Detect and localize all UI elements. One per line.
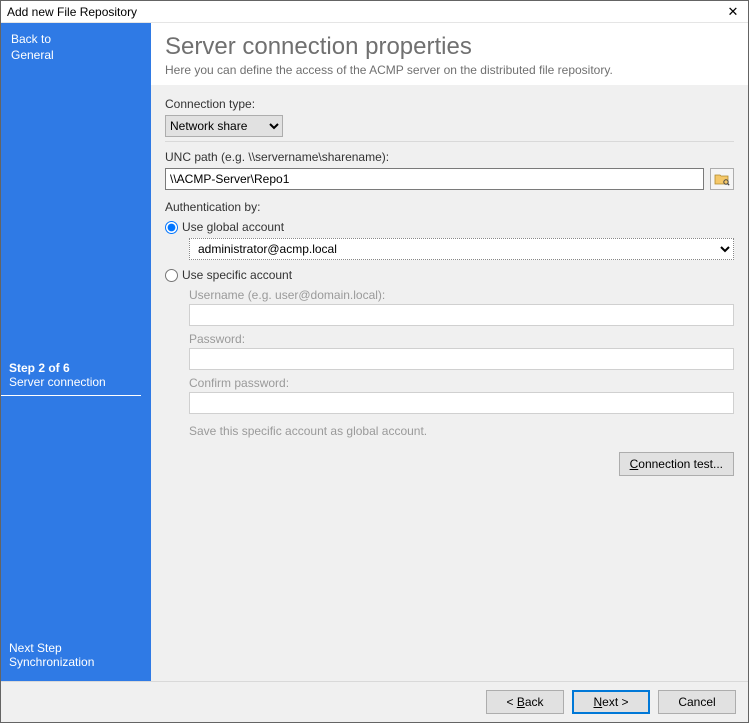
cancel-button[interactable]: Cancel (658, 690, 736, 714)
username-input (189, 304, 734, 326)
page-title: Server connection properties (165, 33, 734, 61)
close-icon[interactable]: ✕ (722, 1, 744, 23)
wizard-body: Back to General Step 2 of 6 Server conne… (1, 23, 748, 681)
window-title: Add new File Repository (7, 5, 722, 19)
password-label: Password: (189, 332, 734, 346)
password-input (189, 348, 734, 370)
unc-path-input[interactable] (165, 168, 704, 190)
title-bar: Add new File Repository ✕ (1, 1, 748, 23)
confirm-password-input (189, 392, 734, 414)
wizard-sidebar: Back to General Step 2 of 6 Server conne… (1, 23, 151, 681)
connection-type-select[interactable]: Network share (165, 115, 283, 137)
back-button[interactable]: < Back (486, 690, 564, 714)
next-button[interactable]: Next > (572, 690, 650, 714)
confirm-password-label: Confirm password: (189, 376, 734, 390)
username-label: Username (e.g. user@domain.local): (189, 288, 734, 302)
use-global-row[interactable]: Use global account (165, 220, 734, 234)
unc-group: UNC path (e.g. \\servername\sharename): … (165, 141, 734, 476)
save-global-hint: Save this specific account as global acc… (189, 424, 734, 438)
wizard-footer: < Back Next > Cancel (1, 681, 748, 722)
use-specific-radio[interactable] (165, 269, 178, 282)
use-specific-row[interactable]: Use specific account (165, 268, 734, 282)
sidebar-next-link[interactable]: Next Step Synchronization (1, 641, 151, 681)
connection-type-label: Connection type: (165, 97, 734, 111)
sidebar-step-of: Step 2 of 6 (9, 361, 141, 375)
sidebar-step-name: Server connection (9, 375, 141, 389)
auth-by-label: Authentication by: (165, 200, 734, 214)
wizard-window: Add new File Repository ✕ Back to Genera… (0, 0, 749, 723)
folder-browse-icon (714, 172, 730, 186)
sidebar-next-bottom: Synchronization (9, 655, 151, 669)
specific-account-fields: Username (e.g. user@domain.local): Passw… (189, 288, 734, 438)
use-specific-label: Use specific account (182, 268, 292, 282)
sidebar-back-link[interactable]: Back to General (1, 23, 151, 71)
sidebar-next-top: Next Step (9, 641, 151, 655)
wizard-main: Server connection properties Here you ca… (151, 23, 748, 681)
sidebar-back-bottom: General (11, 48, 54, 62)
form-area: Connection type: Network share UNC path … (151, 85, 748, 486)
global-account-select[interactable]: administrator@acmp.local (189, 238, 734, 260)
use-global-radio[interactable] (165, 221, 178, 234)
sidebar-step-indicator: Step 2 of 6 Server connection (1, 361, 141, 396)
browse-button[interactable] (710, 168, 734, 190)
unc-label: UNC path (e.g. \\servername\sharename): (165, 150, 734, 164)
page-header: Server connection properties Here you ca… (151, 23, 748, 85)
use-global-label: Use global account (182, 220, 284, 234)
page-subtitle: Here you can define the access of the AC… (165, 63, 734, 77)
connection-type-group: Connection type: Network share (165, 89, 734, 137)
connection-test-button[interactable]: Connection test... (619, 452, 734, 476)
sidebar-back-top: Back to (11, 32, 51, 46)
